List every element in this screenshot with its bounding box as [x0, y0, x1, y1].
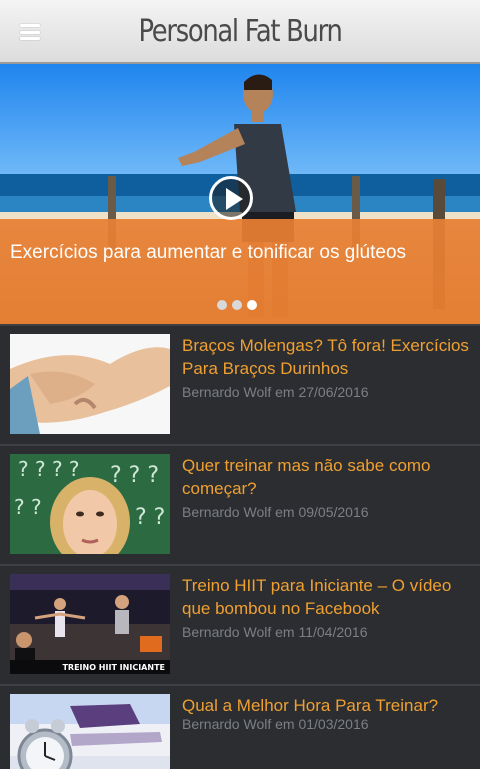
slider-dot-1[interactable] — [217, 300, 227, 310]
article-item[interactable]: ? ? ? ? ? ? ? ? ? ? ? Quer treinar mas n… — [0, 444, 480, 564]
article-thumbnail: ? ? ? ? ? ? ? ? ? ? ? — [10, 454, 170, 554]
hero-caption: Exercícios para aumentar e tonificar os … — [10, 242, 407, 263]
article-meta: Bernardo Wolf em 09/05/2016 — [182, 504, 369, 520]
article-title[interactable]: Treino HIIT para Iniciante – O vídeo que… — [182, 574, 472, 620]
article-title[interactable]: Quer treinar mas não sabe como começar? — [182, 454, 472, 500]
article-thumbnail — [10, 694, 170, 769]
play-icon[interactable] — [209, 176, 253, 220]
slider-dot-3[interactable] — [247, 300, 257, 310]
svg-text:? ?: ? ? — [135, 505, 165, 530]
article-title[interactable]: Qual a Melhor Hora Para Treinar? — [182, 694, 472, 717]
featured-slider[interactable]: Exercícios para aumentar e tonificar os … — [0, 64, 480, 324]
app-screen: Personal Fat Burn Exercícios para aument… — [0, 0, 480, 769]
slider-dot-2[interactable] — [232, 300, 242, 310]
article-meta: Bernardo Wolf em 27/06/2016 — [182, 384, 369, 400]
article-item[interactable]: TREINO HIIT INICIANTE Treino HIIT para I… — [0, 564, 480, 684]
thumb-caption: TREINO HIIT INICIANTE — [62, 663, 165, 672]
article-thumbnail — [10, 334, 170, 434]
article-item[interactable]: Braços Molengas? Tô fora! Exercícios Par… — [0, 324, 480, 444]
svg-text:? ? ?: ? ? ? — [110, 463, 159, 488]
slider-pagination — [217, 300, 257, 310]
article-item[interactable]: Qual a Melhor Hora Para Treinar? Bernard… — [0, 684, 480, 769]
svg-text:? ?: ? ? — [14, 495, 42, 519]
app-header: Personal Fat Burn — [0, 0, 480, 64]
svg-text:? ? ? ?: ? ? ? ? — [18, 457, 80, 481]
article-title[interactable]: Braços Molengas? Tô fora! Exercícios Par… — [182, 334, 472, 380]
article-meta: Bernardo Wolf em 11/04/2016 — [182, 624, 368, 640]
article-thumbnail: TREINO HIIT INICIANTE — [10, 574, 170, 674]
app-title: Personal Fat Burn — [138, 14, 342, 49]
article-meta: Bernardo Wolf em 01/03/2016 — [182, 716, 369, 732]
article-list: Braços Molengas? Tô fora! Exercícios Par… — [0, 324, 480, 769]
